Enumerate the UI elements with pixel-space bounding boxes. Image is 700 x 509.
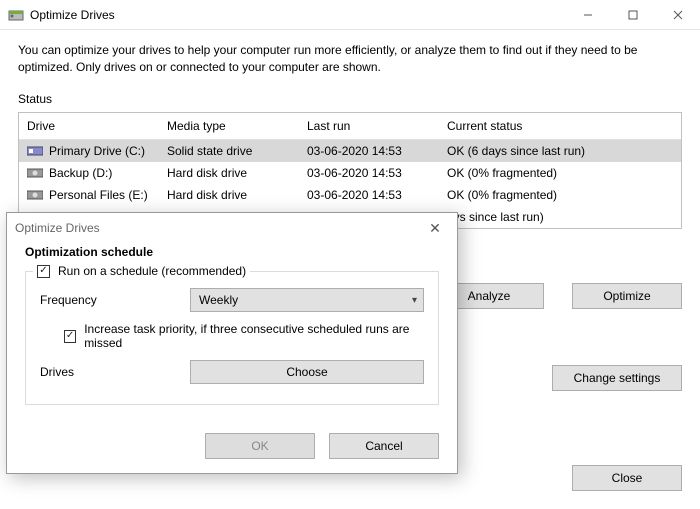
table-row[interactable]: Personal Files (E:) Hard disk drive03-06-… — [19, 184, 681, 206]
increase-priority-checkbox-row[interactable]: ✓ Increase task priority, if three conse… — [40, 322, 424, 350]
drive-icon — [27, 189, 43, 201]
media-type: Hard disk drive — [159, 162, 299, 184]
drive-icon — [27, 145, 43, 157]
last-run: 03-06-2020 14:53 — [299, 162, 439, 184]
checkbox-icon: ✓ — [64, 330, 76, 343]
media-type: Hard disk drive — [159, 184, 299, 206]
frequency-select[interactable]: Weekly ▾ — [190, 288, 424, 312]
window-title: Optimize Drives — [30, 8, 565, 22]
run-schedule-label: Run on a schedule (recommended) — [58, 264, 246, 278]
current-status: OK (0% fragmented) — [439, 184, 681, 206]
maximize-button[interactable] — [610, 0, 655, 30]
dialog-title: Optimize Drives — [15, 221, 100, 235]
drive-name: Personal Files (E:) — [49, 188, 148, 202]
schedule-dialog: Optimize Drives ✕ Optimization schedule … — [6, 212, 458, 474]
change-settings-button[interactable]: Change settings — [552, 365, 682, 391]
dialog-title-bar: Optimize Drives ✕ — [7, 213, 457, 243]
status-label: Status — [18, 92, 682, 106]
ok-button[interactable]: OK — [205, 433, 315, 459]
dialog-footer: OK Cancel — [7, 419, 457, 473]
window-controls — [565, 0, 700, 30]
dialog-close-button[interactable]: ✕ — [421, 220, 449, 237]
schedule-fieldset: ✓ Run on a schedule (recommended) Freque… — [25, 271, 439, 405]
media-type: Solid state drive — [159, 140, 299, 162]
table-header[interactable]: Drive Media type Last run Current status — [19, 113, 681, 140]
title-bar: Optimize Drives — [0, 0, 700, 30]
frequency-label: Frequency — [40, 293, 190, 307]
optimize-button[interactable]: Optimize — [572, 283, 682, 309]
last-run: 03-06-2020 14:53 — [299, 184, 439, 206]
table-row[interactable]: Backup (D:) Hard disk drive03-06-2020 14:… — [19, 162, 681, 184]
header-status: Current status — [439, 113, 681, 139]
header-last-run: Last run — [299, 113, 439, 139]
table-row[interactable]: Primary Drive (C:) Solid state drive03-06… — [19, 140, 681, 162]
last-run: 03-06-2020 14:53 — [299, 140, 439, 162]
increase-priority-label: Increase task priority, if three consecu… — [84, 322, 424, 350]
header-drive: Drive — [19, 113, 159, 139]
header-media: Media type — [159, 113, 299, 139]
current-status: ays since last run) — [439, 206, 681, 228]
intro-text: You can optimize your drives to help you… — [18, 42, 682, 76]
current-status: OK (0% fragmented) — [439, 162, 681, 184]
drive-name: Primary Drive (C:) — [49, 144, 145, 158]
cancel-button[interactable]: Cancel — [329, 433, 439, 459]
choose-button[interactable]: Choose — [190, 360, 424, 384]
schedule-heading: Optimization schedule — [25, 245, 439, 259]
drives-label: Drives — [40, 365, 190, 379]
current-status: OK (6 days since last run) — [439, 140, 681, 162]
close-main-button[interactable]: Close — [572, 465, 682, 491]
checkbox-icon: ✓ — [37, 265, 50, 278]
app-icon — [8, 7, 24, 23]
drive-icon — [27, 167, 43, 179]
chevron-down-icon: ▾ — [412, 295, 417, 306]
frequency-value: Weekly — [199, 293, 238, 307]
minimize-button[interactable] — [565, 0, 610, 30]
run-schedule-checkbox-row[interactable]: ✓ Run on a schedule (recommended) — [33, 264, 250, 278]
close-button[interactable] — [655, 0, 700, 30]
drive-name: Backup (D:) — [49, 166, 112, 180]
